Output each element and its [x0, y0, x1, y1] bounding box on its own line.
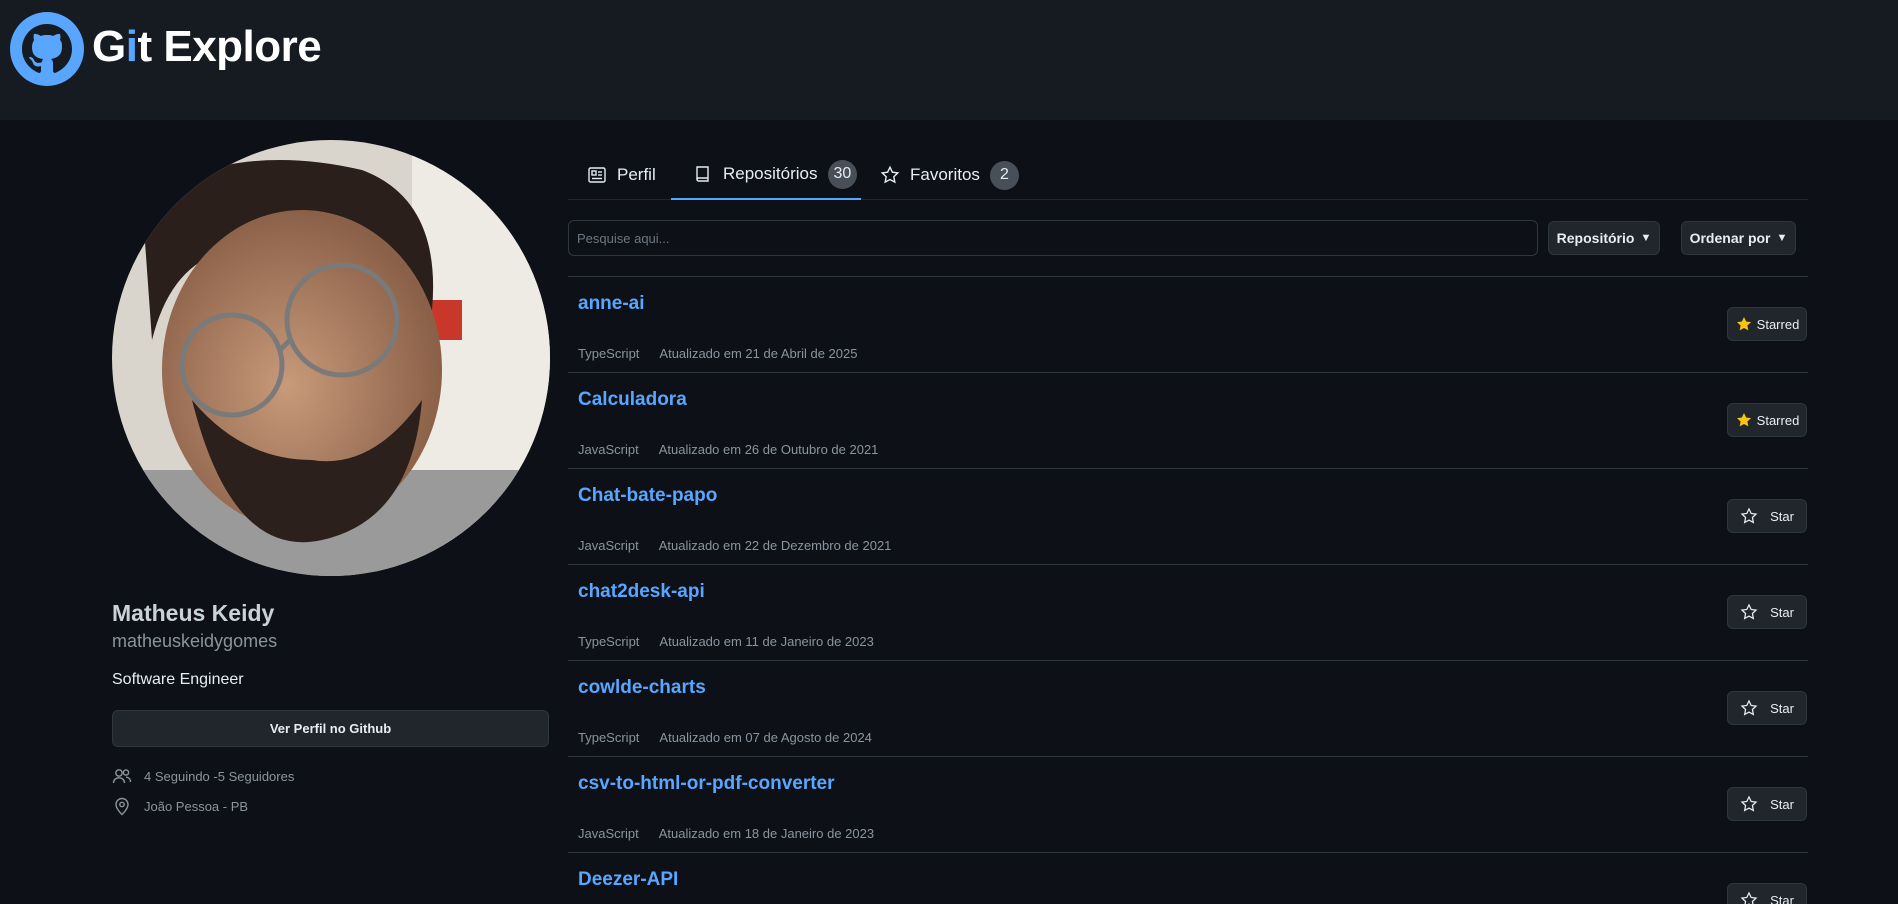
- favorites-count-badge: 2: [989, 160, 1019, 190]
- repo-updated: Atualizado em 18 de Janeiro de 2023: [658, 826, 875, 841]
- star-label: Star: [1770, 604, 1794, 620]
- repo-name-link[interactable]: Deezer-API: [578, 869, 678, 891]
- repo-item: csv-to-html-or-pdf-converter JavaScript …: [568, 756, 1808, 852]
- avatar: [112, 140, 550, 576]
- tab-repositorios[interactable]: Repositórios 30: [671, 150, 861, 200]
- repo-meta: JavaScript Atualizado em 22 de Dezembro …: [578, 538, 891, 553]
- repo-updated: Atualizado em 22 de Dezembro de 2021: [658, 538, 892, 553]
- github-logo-icon[interactable]: [10, 12, 84, 86]
- repo-language: JavaScript: [578, 442, 639, 457]
- repo-language: TypeScript: [578, 730, 640, 745]
- star-label: Star: [1770, 508, 1794, 524]
- star-label: Starred: [1756, 316, 1800, 332]
- follow-info: 4 Seguindo -5 Seguidores: [112, 766, 294, 786]
- repo-item: Chat-bate-papo JavaScript Atualizado em …: [568, 468, 1808, 564]
- tab-label: Repositórios: [723, 164, 818, 183]
- repo-meta: TypeScript Atualizado em 21 de Abril de …: [578, 346, 857, 361]
- star-label: Star: [1770, 796, 1794, 812]
- tab-bar: Perfil Repositórios 30 Favoritos 2: [568, 150, 1808, 200]
- tab-label: Perfil: [617, 165, 656, 184]
- location-pin-icon: [115, 797, 129, 816]
- chevron-down-icon: ▼: [1640, 232, 1652, 244]
- star-icon: [880, 165, 900, 184]
- star-outline-icon: [1740, 603, 1758, 620]
- repo-updated: Atualizado em 21 de Abril de 2025: [659, 346, 858, 361]
- repo-item: anne-ai TypeScript Atualizado em 21 de A…: [568, 276, 1808, 372]
- repo-updated: Atualizado em 11 de Janeiro de 2023: [659, 634, 874, 649]
- star-button[interactable]: Star: [1727, 883, 1807, 904]
- tab-favoritos[interactable]: Favoritos 2: [880, 150, 1019, 200]
- tab-label: Favoritos: [910, 165, 980, 184]
- star-label: Starred: [1756, 412, 1800, 428]
- repo-item: chat2desk-api TypeScript Atualizado em 1…: [568, 564, 1808, 660]
- chevron-down-icon: ▼: [1776, 232, 1788, 244]
- search-input[interactable]: [568, 220, 1538, 256]
- repo-updated: Atualizado em 26 de Outubro de 2021: [658, 442, 879, 457]
- app-header: Git Explore: [0, 0, 1898, 120]
- star-button[interactable]: Star: [1727, 595, 1807, 629]
- star-label: Star: [1770, 700, 1794, 716]
- repo-name-link[interactable]: chat2desk-api: [578, 581, 705, 603]
- repo-name-link[interactable]: cowlde-charts: [578, 677, 706, 699]
- repo-language: JavaScript: [578, 826, 639, 841]
- repo-name-link[interactable]: Chat-bate-papo: [578, 485, 717, 507]
- profile-login: matheuskeidygomes: [112, 631, 278, 651]
- select-label: Repositório: [1556, 230, 1635, 246]
- repository-type-select[interactable]: Repositório ▼: [1548, 221, 1660, 255]
- repo-item: Calculadora JavaScript Atualizado em 26 …: [568, 372, 1808, 468]
- people-icon: [112, 769, 132, 784]
- app-brand: Git Explore: [92, 22, 322, 71]
- book-icon: [696, 166, 709, 182]
- repo-meta: JavaScript Atualizado em 18 de Janeiro d…: [578, 826, 874, 841]
- repo-updated: Atualizado em 07 de Agosto de 2024: [659, 730, 872, 745]
- profile-bio: Software Engineer: [112, 671, 244, 688]
- repo-language: JavaScript: [578, 538, 639, 553]
- repo-name-link[interactable]: csv-to-html-or-pdf-converter: [578, 773, 835, 795]
- profile-name: Matheus Keidy: [112, 600, 275, 626]
- repo-count-badge: 30: [827, 159, 858, 189]
- starred-button[interactable]: Starred: [1727, 403, 1807, 437]
- star-filled-icon: [1736, 316, 1751, 331]
- starred-button[interactable]: Starred: [1727, 307, 1807, 341]
- select-label: Ordenar por: [1689, 230, 1771, 246]
- star-button[interactable]: Star: [1727, 691, 1807, 725]
- repo-language: TypeScript: [578, 634, 640, 649]
- repo-language: TypeScript: [578, 346, 640, 361]
- follow-text: 4 Seguindo -5 Seguidores: [144, 768, 295, 784]
- repo-meta: JavaScript Atualizado em 26 de Outubro d…: [578, 442, 878, 457]
- sort-select[interactable]: Ordenar por ▼: [1681, 221, 1796, 255]
- location-info: João Pessoa - PB: [112, 796, 248, 816]
- profile-card-icon: [588, 167, 606, 183]
- repo-item: cowlde-charts TypeScript Atualizado em 0…: [568, 660, 1808, 756]
- repo-name-link[interactable]: Calculadora: [578, 389, 687, 411]
- star-outline-icon: [1740, 507, 1758, 524]
- star-button[interactable]: Star: [1727, 787, 1807, 821]
- star-outline-icon: [1740, 795, 1758, 812]
- star-outline-icon: [1740, 699, 1758, 716]
- repo-meta: TypeScript Atualizado em 11 de Janeiro d…: [578, 634, 874, 649]
- star-filled-icon: [1736, 412, 1751, 427]
- repo-meta: TypeScript Atualizado em 07 de Agosto de…: [578, 730, 872, 745]
- repo-name-link[interactable]: anne-ai: [578, 293, 645, 315]
- star-button[interactable]: Star: [1727, 499, 1807, 533]
- star-outline-icon: [1740, 891, 1758, 904]
- repo-item: Deezer-API Star: [568, 852, 1808, 904]
- star-label: Star: [1770, 892, 1794, 904]
- location-text: João Pessoa - PB: [144, 798, 249, 814]
- tab-perfil[interactable]: Perfil: [587, 150, 656, 200]
- view-github-profile-button[interactable]: Ver Perfil no Github: [112, 710, 549, 747]
